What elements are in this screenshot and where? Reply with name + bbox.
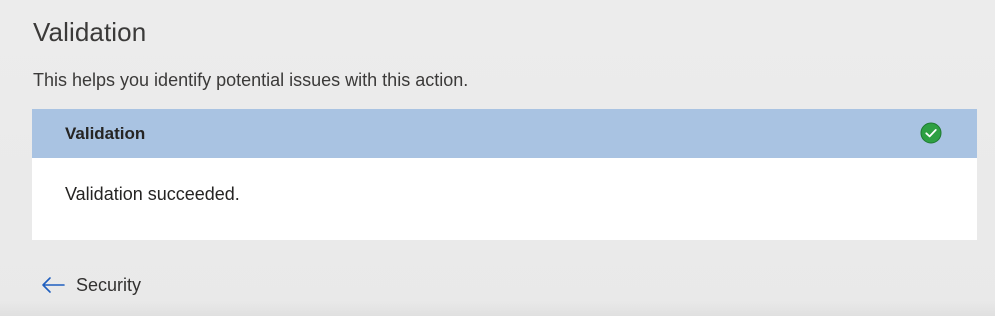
page-title: Validation — [33, 17, 147, 47]
page-description: This helps you identify potential issues… — [33, 70, 469, 90]
validation-message: Validation succeeded. — [65, 184, 240, 204]
validation-card: Validation Validation succeeded. — [32, 109, 977, 240]
validation-card-header: Validation — [32, 109, 977, 158]
back-to-security-link[interactable]: Security — [40, 271, 141, 299]
validation-panel: Validation This helps you identify poten… — [0, 0, 995, 316]
arrow-left-icon — [42, 277, 65, 293]
back-link-label: Security — [76, 275, 142, 295]
bottom-shadow — [0, 300, 995, 316]
validation-card-title: Validation — [65, 124, 146, 143]
check-circle-icon — [920, 122, 942, 144]
